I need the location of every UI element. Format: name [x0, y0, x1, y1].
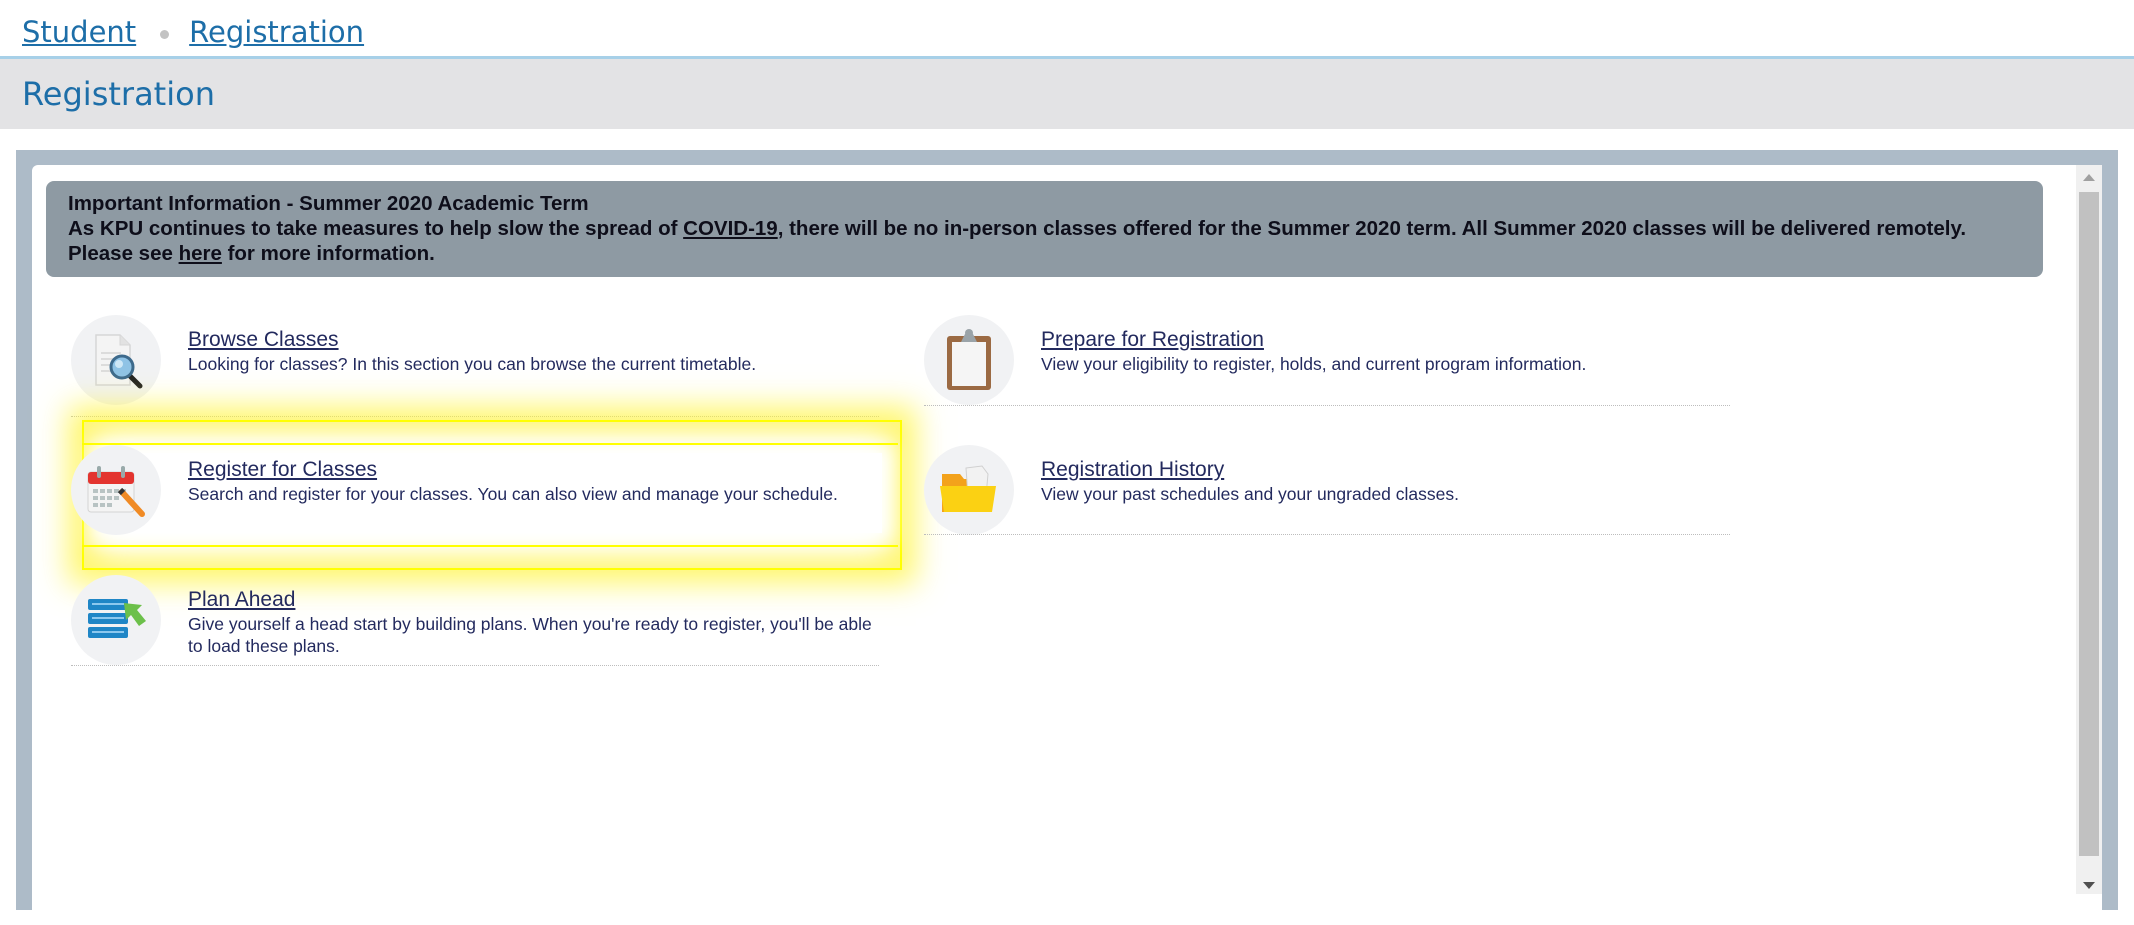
- scroll-up-arrow-icon[interactable]: [2083, 174, 2095, 181]
- registration-history-description: View your past schedules and your ungrad…: [1041, 484, 1459, 504]
- content-panel: Important Information - Summer 2020 Acad…: [16, 150, 2118, 925]
- breadcrumb-separator: [160, 29, 170, 39]
- here-link[interactable]: here: [179, 242, 222, 265]
- registration-history-link[interactable]: Registration History: [1041, 458, 1224, 482]
- content-area: Important Information - Summer 2020 Acad…: [32, 165, 2102, 925]
- divider: [924, 534, 1730, 535]
- notice-text: for more information.: [221, 242, 435, 265]
- plan-ahead-description: Give yourself a head start by building p…: [188, 614, 872, 656]
- breadcrumb-student-link[interactable]: Student: [22, 15, 136, 49]
- clipboard-icon: [924, 315, 1014, 405]
- menu-item-register-for-classes[interactable]: Register for Classes Search and register…: [71, 445, 881, 545]
- scroll-down-arrow-icon[interactable]: [2083, 882, 2095, 889]
- prepare-for-registration-description: View your eligibility to register, holds…: [1041, 354, 1587, 374]
- browse-search-icon: [71, 315, 161, 405]
- plan-list-arrow-icon: [71, 575, 161, 665]
- covid-19-link[interactable]: COVID-19: [683, 217, 778, 240]
- calendar-pencil-icon: [71, 445, 161, 535]
- page-header: Registration: [0, 59, 2134, 129]
- notice-heading: Important Information - Summer 2020 Acad…: [68, 192, 589, 215]
- register-for-classes-description: Search and register for your classes. Yo…: [188, 484, 838, 504]
- page-title: Registration: [22, 75, 215, 113]
- register-for-classes-link[interactable]: Register for Classes: [188, 458, 377, 482]
- scrollbar-thumb[interactable]: [2079, 192, 2099, 856]
- notice-body: As KPU continues to take measures to hel…: [68, 216, 2021, 266]
- divider: [71, 665, 879, 666]
- notice-text: As KPU continues to take measures to hel…: [68, 217, 684, 240]
- breadcrumb: Student Registration: [22, 8, 364, 56]
- folder-icon: [924, 445, 1014, 535]
- important-notice: Important Information - Summer 2020 Acad…: [46, 181, 2043, 277]
- breadcrumb-registration-link[interactable]: Registration: [189, 15, 364, 49]
- menu-item-browse-classes[interactable]: Browse Classes Looking for classes? In t…: [71, 315, 881, 415]
- menu-item-plan-ahead[interactable]: Plan Ahead Give yourself a head start by…: [71, 575, 881, 675]
- prepare-for-registration-link[interactable]: Prepare for Registration: [1041, 328, 1264, 352]
- divider: [924, 405, 1730, 406]
- vertical-scrollbar[interactable]: [2076, 165, 2102, 894]
- menu-item-registration-history[interactable]: Registration History View your past sche…: [924, 445, 1734, 545]
- menu-item-prepare-for-registration[interactable]: Prepare for Registration View your eligi…: [924, 315, 1734, 415]
- plan-ahead-link[interactable]: Plan Ahead: [188, 588, 295, 612]
- browse-classes-link[interactable]: Browse Classes: [188, 328, 339, 352]
- browse-classes-description: Looking for classes? In this section you…: [188, 354, 757, 374]
- divider: [71, 416, 879, 417]
